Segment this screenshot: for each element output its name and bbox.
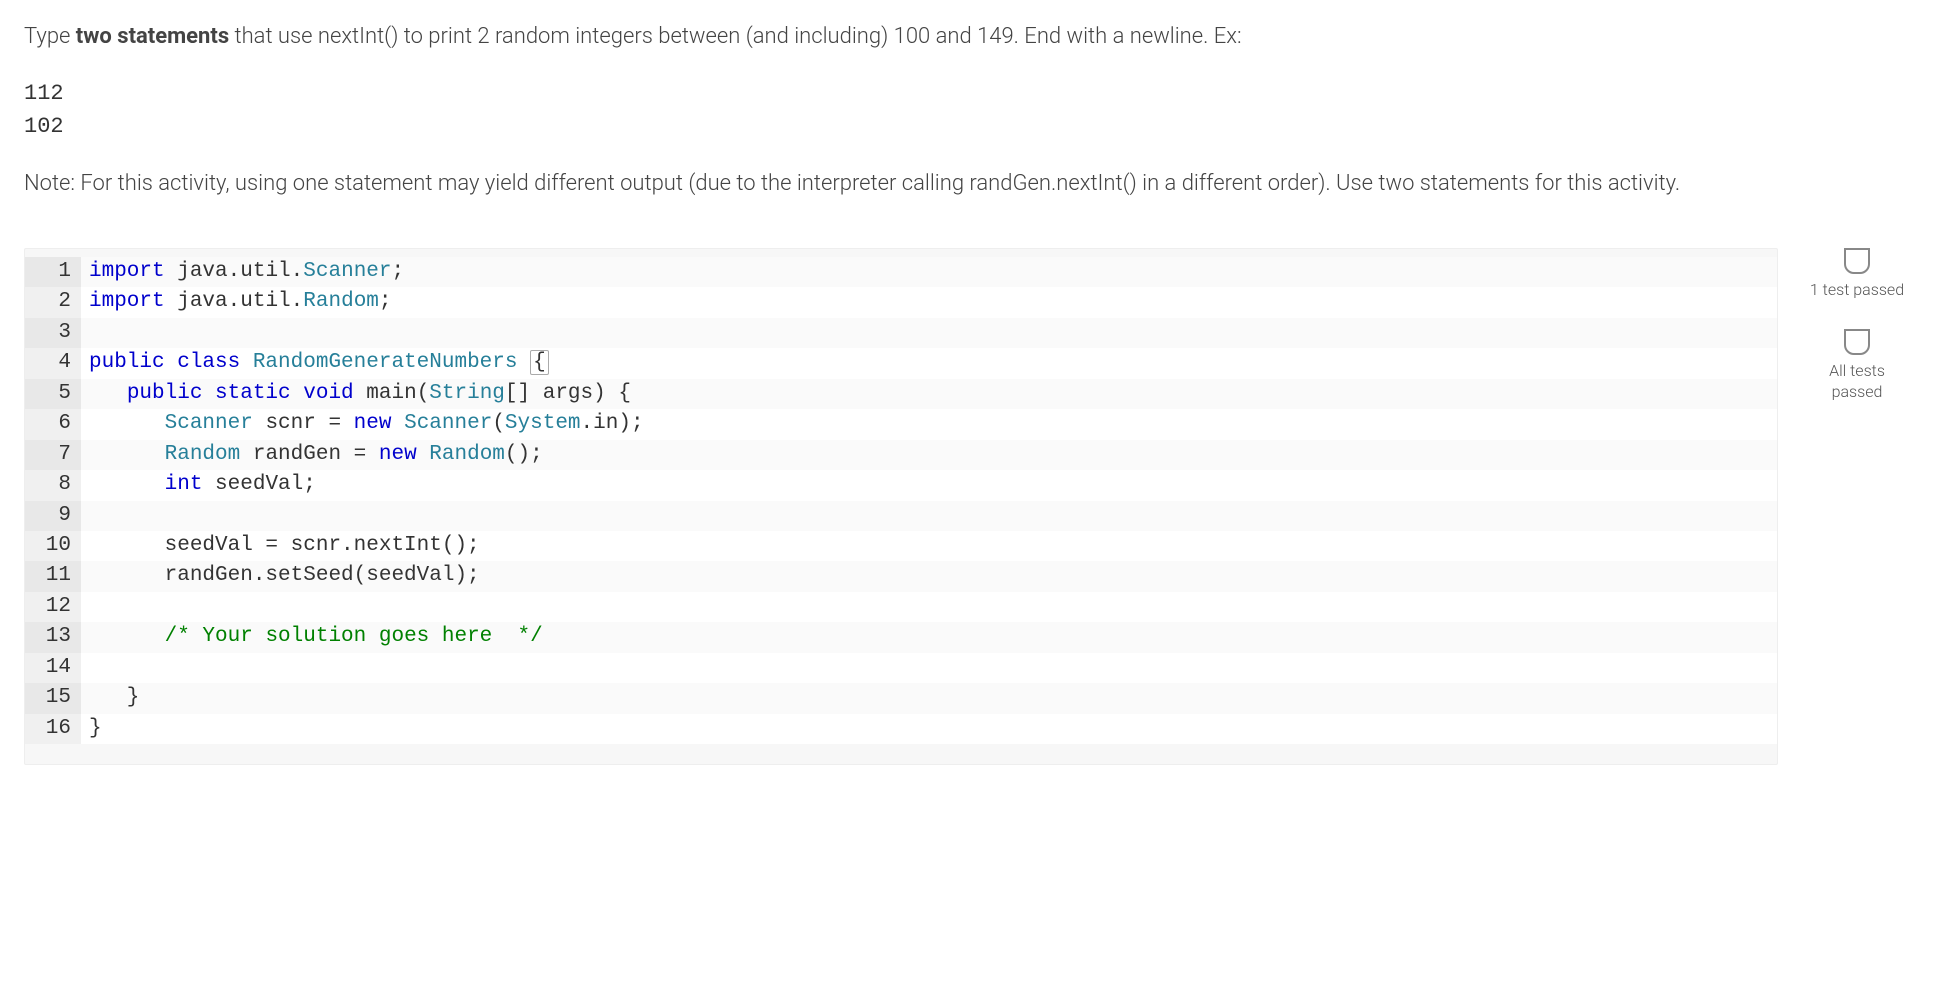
code-content[interactable]: /* Your solution goes here */ [81, 622, 1777, 652]
code-content[interactable]: } [81, 714, 1777, 744]
code-line[interactable]: 2import java.util.Random; [25, 287, 1777, 317]
line-number: 12 [25, 592, 81, 622]
code-line[interactable]: 8 int seedVal; [25, 470, 1777, 500]
line-number: 13 [25, 622, 81, 652]
line-number: 15 [25, 683, 81, 713]
code-line[interactable]: 15 } [25, 683, 1777, 713]
code-content[interactable]: Random randGen = new Random(); [81, 440, 1777, 470]
code-line[interactable]: 12 [25, 592, 1777, 622]
code-line[interactable]: 4public class RandomGenerateNumbers { [25, 348, 1777, 378]
code-content[interactable]: import java.util.Scanner; [81, 257, 1777, 287]
code-line[interactable]: 3 [25, 318, 1777, 348]
code-content[interactable]: randGen.setSeed(seedVal); [81, 561, 1777, 591]
line-number: 7 [25, 440, 81, 470]
instructions-bold: two statements [76, 24, 229, 49]
code-content[interactable]: int seedVal; [81, 470, 1777, 500]
line-number: 11 [25, 561, 81, 591]
code-editor[interactable]: 1import java.util.Scanner;2import java.u… [24, 248, 1778, 765]
code-line[interactable]: 5 public static void main(String[] args)… [25, 379, 1777, 409]
code-content[interactable]: seedVal = scnr.nextInt(); [81, 531, 1777, 561]
line-number: 6 [25, 409, 81, 439]
instructions-pre: Type [24, 24, 76, 49]
status-all-tests: All tests passed [1802, 329, 1912, 403]
line-number: 4 [25, 348, 81, 378]
code-line[interactable]: 1import java.util.Scanner; [25, 257, 1777, 287]
line-number: 1 [25, 257, 81, 287]
work-area: 1import java.util.Scanner;2import java.u… [24, 248, 1912, 765]
instructions-post: that use nextInt() to print 2 random int… [229, 24, 1241, 49]
code-line[interactable]: 10 seedVal = scnr.nextInt(); [25, 531, 1777, 561]
code-content[interactable] [81, 653, 1777, 683]
code-line[interactable]: 7 Random randGen = new Random(); [25, 440, 1777, 470]
status-one-test-label: 1 test passed [1810, 280, 1904, 301]
line-number: 16 [25, 714, 81, 744]
code-line[interactable]: 9 [25, 501, 1777, 531]
status-panel: 1 test passed All tests passed [1802, 248, 1912, 430]
code-line[interactable]: 13 /* Your solution goes here */ [25, 622, 1777, 652]
line-number: 10 [25, 531, 81, 561]
status-all-tests-label: All tests passed [1802, 361, 1912, 403]
code-content[interactable]: } [81, 683, 1777, 713]
line-number: 8 [25, 470, 81, 500]
line-number: 14 [25, 653, 81, 683]
code-content[interactable] [81, 501, 1777, 531]
code-content[interactable]: Scanner scnr = new Scanner(System.in); [81, 409, 1777, 439]
code-content[interactable]: public static void main(String[] args) { [81, 379, 1777, 409]
code-content[interactable]: import java.util.Random; [81, 287, 1777, 317]
status-one-test: 1 test passed [1802, 248, 1912, 301]
code-line[interactable]: 14 [25, 653, 1777, 683]
badge-icon [1844, 329, 1870, 355]
example-output: 112 102 [24, 77, 1912, 143]
line-number: 5 [25, 379, 81, 409]
badge-icon [1844, 248, 1870, 274]
code-line[interactable]: 6 Scanner scnr = new Scanner(System.in); [25, 409, 1777, 439]
code-line[interactable]: 11 randGen.setSeed(seedVal); [25, 561, 1777, 591]
line-number: 9 [25, 501, 81, 531]
code-content[interactable]: public class RandomGenerateNumbers { [81, 348, 1777, 378]
note-text: Note: For this activity, using one state… [24, 167, 1912, 200]
code-line[interactable]: 16} [25, 714, 1777, 744]
instructions-text: Type two statements that use nextInt() t… [24, 20, 1912, 53]
code-content[interactable] [81, 592, 1777, 622]
line-number: 3 [25, 318, 81, 348]
line-number: 2 [25, 287, 81, 317]
code-content[interactable] [81, 318, 1777, 348]
